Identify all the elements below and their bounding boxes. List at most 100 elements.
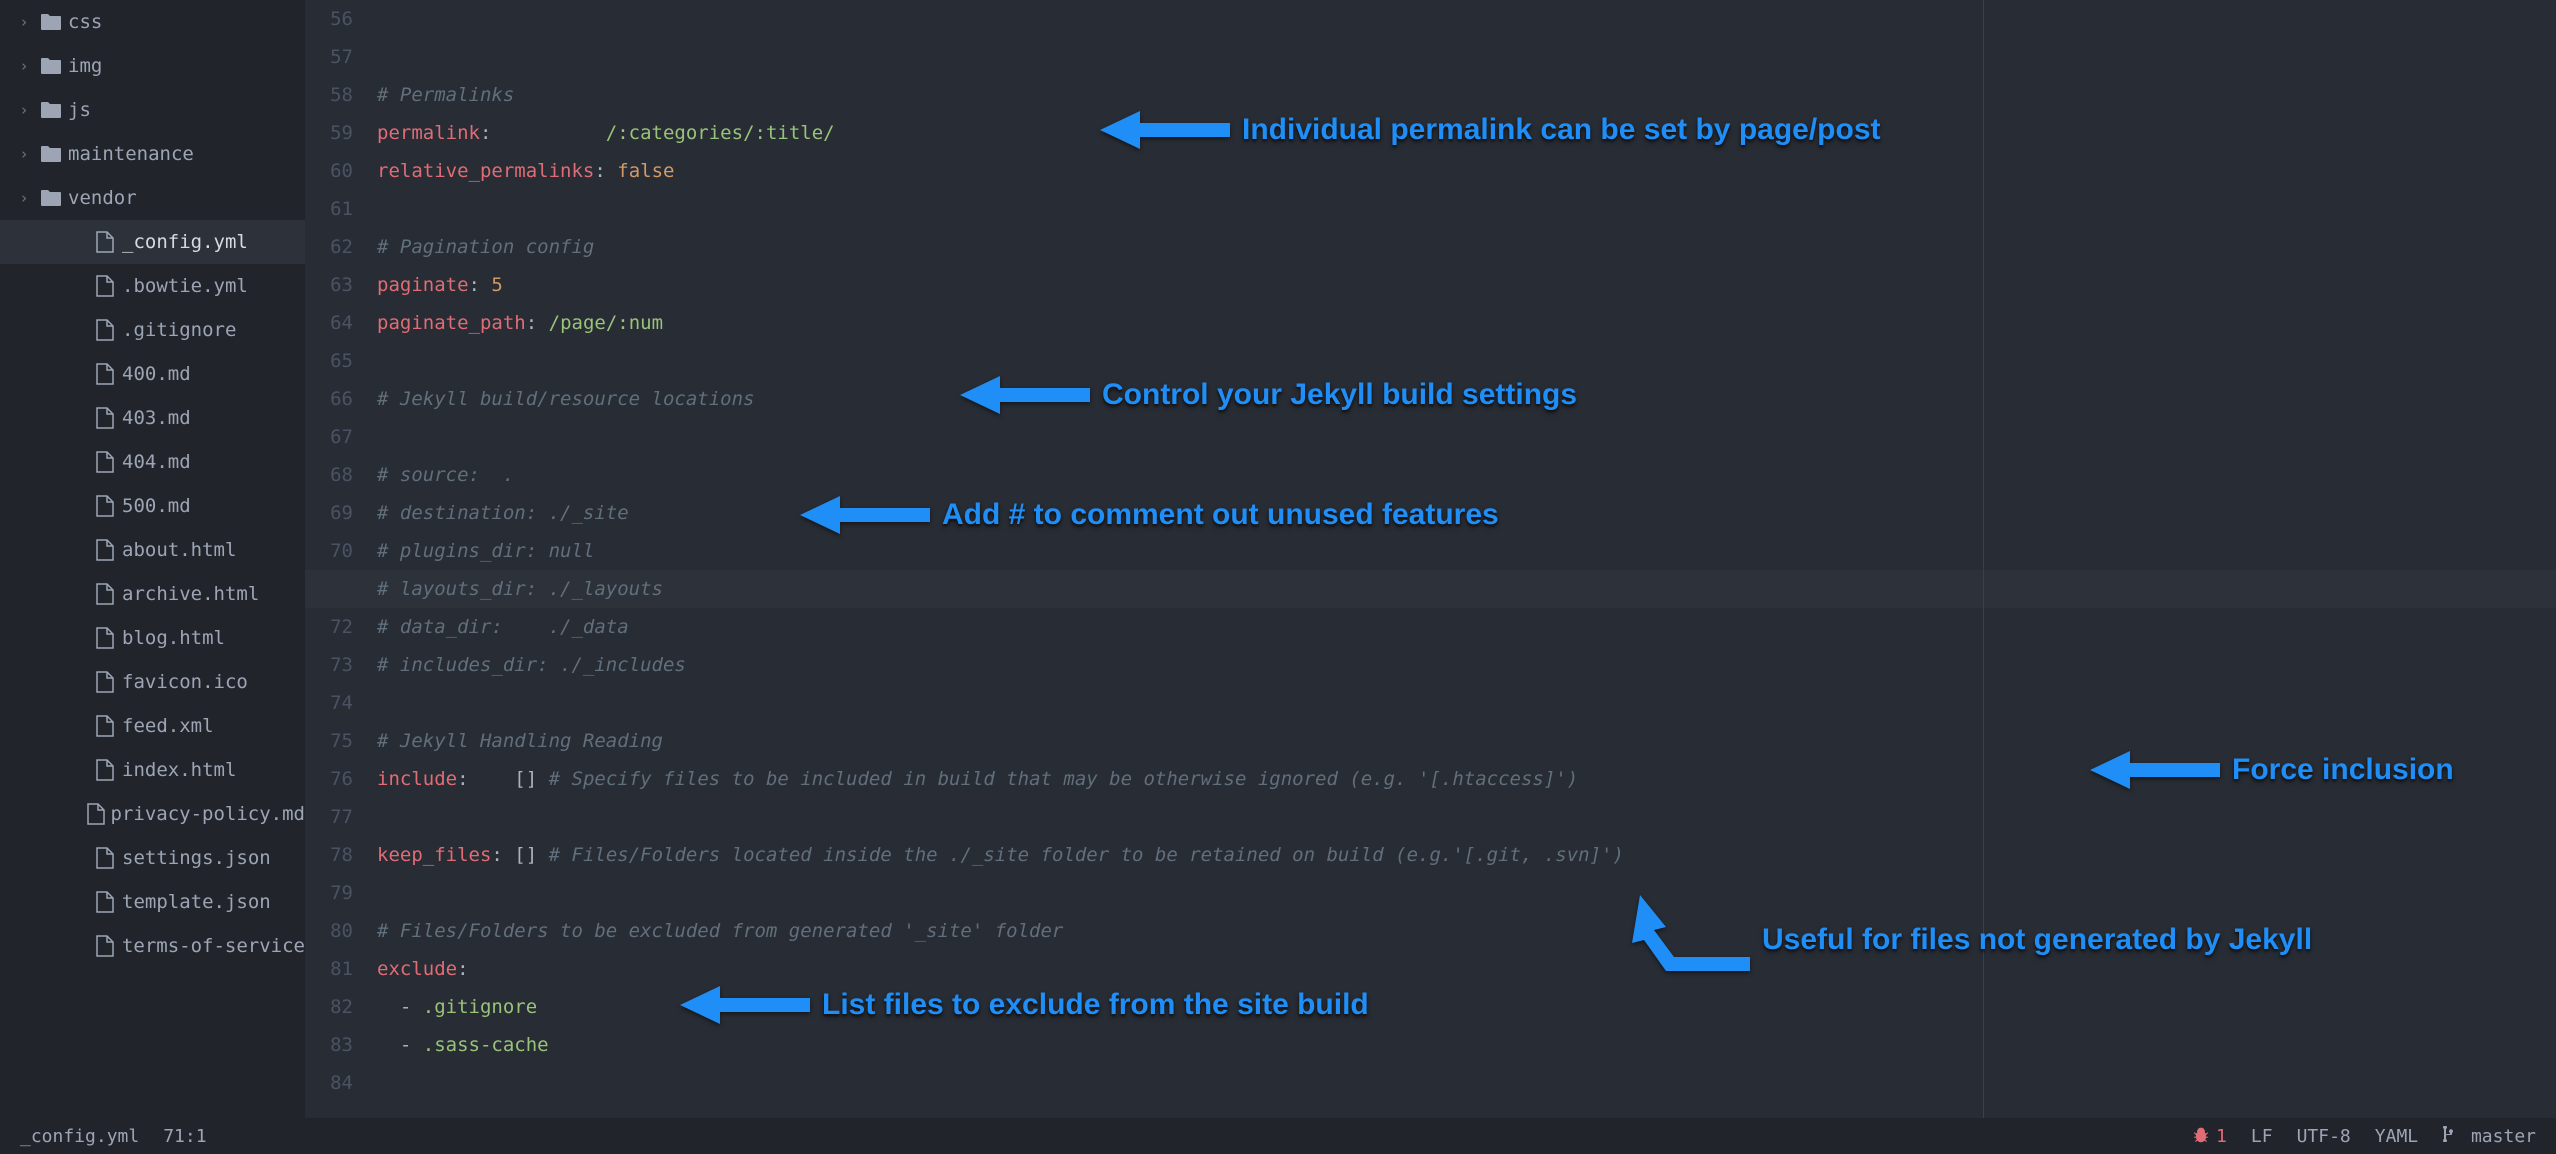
code-line[interactable] — [377, 0, 2556, 38]
line-number: 77 — [305, 798, 353, 836]
line-number: 62 — [305, 228, 353, 266]
file-icon — [88, 891, 122, 913]
tree-file[interactable]: favicon.ico — [0, 660, 305, 704]
wrap-guide — [1983, 0, 1984, 1128]
tree-folder[interactable]: › vendor — [0, 176, 305, 220]
code-line[interactable]: include: [] # Specify files to be includ… — [377, 760, 2556, 798]
code-line[interactable]: - .sass-cache — [377, 1026, 2556, 1064]
tree-file[interactable]: 404.md — [0, 440, 305, 484]
tree-file[interactable]: .bowtie.yml — [0, 264, 305, 308]
tree-item-label: vendor — [68, 187, 137, 209]
tree-file[interactable]: about.html — [0, 528, 305, 572]
file-icon — [88, 275, 122, 297]
tree-item-label: js — [68, 99, 91, 121]
chevron-right-icon: › — [14, 145, 34, 163]
line-number: 59 — [305, 114, 353, 152]
tree-file[interactable]: 403.md — [0, 396, 305, 440]
folder-icon — [34, 13, 68, 31]
file-icon — [88, 671, 122, 693]
status-file[interactable]: _config.yml — [20, 1126, 139, 1147]
status-cursor[interactable]: 71:1 — [163, 1126, 206, 1147]
code-line[interactable] — [377, 418, 2556, 456]
code-line[interactable] — [377, 190, 2556, 228]
line-number: 66 — [305, 380, 353, 418]
line-number: 73 — [305, 646, 353, 684]
code-line[interactable]: # destination: ./_site — [377, 494, 2556, 532]
code-line[interactable]: # plugins_dir: null — [377, 532, 2556, 570]
file-icon — [88, 451, 122, 473]
bug-icon — [2192, 1127, 2210, 1145]
code-line[interactable] — [377, 684, 2556, 722]
chevron-right-icon: › — [14, 189, 34, 207]
tree-file[interactable]: terms-of-service — [0, 924, 305, 968]
line-number: 82 — [305, 988, 353, 1026]
line-number: 68 — [305, 456, 353, 494]
line-number: 72 — [305, 608, 353, 646]
code-line[interactable] — [377, 798, 2556, 836]
line-number: 80 — [305, 912, 353, 950]
code-line[interactable]: # Pagination config — [377, 228, 2556, 266]
tree-file[interactable]: feed.xml — [0, 704, 305, 748]
git-branch-icon — [2442, 1126, 2456, 1142]
code-area[interactable]: # Permalinkspermalink: /:categories/:tit… — [377, 0, 2556, 1102]
code-line[interactable]: relative_permalinks: false — [377, 152, 2556, 190]
tree-item-label: blog.html — [122, 627, 225, 649]
tree-file[interactable]: blog.html — [0, 616, 305, 660]
tree-file[interactable]: archive.html — [0, 572, 305, 616]
code-line[interactable] — [377, 874, 2556, 912]
code-line[interactable]: keep_files: [] # Files/Folders located i… — [377, 836, 2556, 874]
line-number: 79 — [305, 874, 353, 912]
status-branch-name: master — [2471, 1126, 2536, 1147]
code-line[interactable]: paginate_path: /page/:num — [377, 304, 2556, 342]
tree-file[interactable]: template.json — [0, 880, 305, 924]
tree-item-label: about.html — [122, 539, 236, 561]
code-line[interactable] — [377, 342, 2556, 380]
file-icon — [88, 231, 122, 253]
code-line[interactable]: # source: . — [377, 456, 2556, 494]
code-line[interactable]: # includes_dir: ./_includes — [377, 646, 2556, 684]
code-line[interactable]: exclude: — [377, 950, 2556, 988]
code-line[interactable]: # data_dir: ./_data — [377, 608, 2556, 646]
tree-item-label: 404.md — [122, 451, 191, 473]
code-line[interactable] — [377, 1064, 2556, 1102]
tree-folder[interactable]: ›css — [0, 0, 305, 44]
tree-file[interactable]: settings.json — [0, 836, 305, 880]
line-number: 63 — [305, 266, 353, 304]
status-grammar[interactable]: YAML — [2375, 1126, 2418, 1147]
file-tree-sidebar: ›css›img›js › maintenance › vendor _config.ym… — [0, 0, 305, 1154]
tree-item-label: img — [68, 55, 102, 77]
code-line[interactable]: paginate: 5 — [377, 266, 2556, 304]
file-icon — [88, 935, 122, 957]
tree-item-label: _config.yml — [122, 231, 248, 253]
code-line[interactable]: # Jekyll build/resource locations — [377, 380, 2556, 418]
line-number: 84 — [305, 1064, 353, 1102]
tree-file[interactable]: _config.yml — [0, 220, 305, 264]
tree-file[interactable]: 400.md — [0, 352, 305, 396]
status-branch[interactable]: master — [2442, 1126, 2536, 1147]
code-line[interactable]: # Jekyll Handling Reading — [377, 722, 2556, 760]
tree-folder[interactable]: ›js — [0, 88, 305, 132]
code-line[interactable]: # layouts_dir: ./_layouts — [305, 570, 2556, 608]
tree-item-label: feed.xml — [122, 715, 214, 737]
status-bug[interactable]: 1 — [2192, 1126, 2227, 1147]
code-line[interactable]: # Permalinks — [377, 76, 2556, 114]
file-icon — [88, 715, 122, 737]
code-line[interactable]: # Files/Folders to be excluded from gene… — [377, 912, 2556, 950]
status-encoding[interactable]: UTF-8 — [2297, 1126, 2351, 1147]
line-number: 75 — [305, 722, 353, 760]
tree-folder[interactable]: ›img — [0, 44, 305, 88]
status-line-ending[interactable]: LF — [2251, 1126, 2273, 1147]
tree-file[interactable]: 500.md — [0, 484, 305, 528]
code-line[interactable]: permalink: /:categories/:title/ — [377, 114, 2556, 152]
code-line[interactable]: - .gitignore — [377, 988, 2556, 1026]
tree-file[interactable]: .gitignore — [0, 308, 305, 352]
tree-folder[interactable]: › maintenance — [0, 132, 305, 176]
tree-item-label: archive.html — [122, 583, 259, 605]
tree-item-label: privacy-policy.md — [111, 803, 305, 825]
tree-file[interactable]: privacy-policy.md — [0, 792, 305, 836]
file-icon — [88, 539, 122, 561]
code-line[interactable] — [377, 38, 2556, 76]
code-editor[interactable]: 5657585960616263646566676869707172737475… — [305, 0, 2556, 1154]
tree-item-label: maintenance — [68, 143, 194, 165]
tree-file[interactable]: index.html — [0, 748, 305, 792]
